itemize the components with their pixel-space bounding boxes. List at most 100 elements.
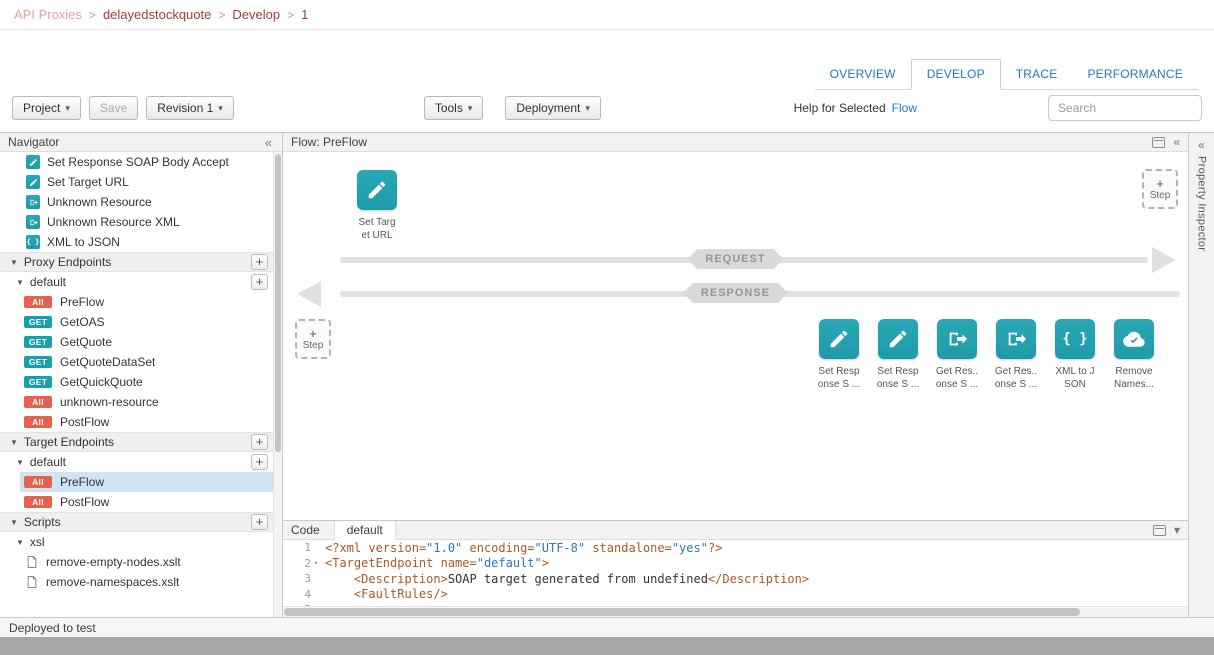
code-panel-label: Code xyxy=(291,523,320,537)
callout-icon xyxy=(996,319,1036,359)
flow-step-get-res-onse-s[interactable]: Get Res..onse S ... xyxy=(935,319,979,391)
callout-icon xyxy=(937,319,977,359)
scrollbar-thumb[interactable] xyxy=(284,608,1080,616)
code-line[interactable]: 4 <FaultRules/> xyxy=(283,587,1188,603)
property-inspector-panel[interactable]: « Property Inspector xyxy=(1188,133,1214,617)
add-button[interactable]: + xyxy=(251,454,268,470)
flow-label: GetQuoteDataSet xyxy=(60,355,155,369)
nav-flow-getoas[interactable]: GETGetOAS xyxy=(0,312,273,332)
policy-label: Unknown Resource xyxy=(47,195,152,209)
code-horizontal-scrollbar[interactable] xyxy=(283,606,1188,617)
breadcrumb-api-proxies[interactable]: API Proxies xyxy=(14,7,82,22)
nav-flow-preflow[interactable]: All PreFlow xyxy=(0,292,273,312)
flow-label: PostFlow xyxy=(60,415,109,429)
nav-file-remove-namespaces-xslt[interactable]: remove-namespaces.xslt xyxy=(0,572,273,592)
search-input[interactable] xyxy=(1048,95,1202,121)
breadcrumb-proxy-name[interactable]: delayedstockquote xyxy=(103,7,211,22)
expand-property-inspector-icon[interactable]: « xyxy=(1198,138,1205,152)
add-button[interactable]: + xyxy=(251,254,268,270)
help-flow-link[interactable]: Flow xyxy=(892,101,917,115)
project-dropdown-label: Project xyxy=(23,101,60,115)
pencil-icon xyxy=(357,170,397,210)
add-button[interactable]: + xyxy=(251,514,268,530)
add-button[interactable]: + xyxy=(251,274,268,290)
flow-step-set-target-url[interactable]: Set Targ et URL xyxy=(355,170,399,242)
tab-overview[interactable]: OVERVIEW xyxy=(815,60,911,89)
nav-flow-postflow[interactable]: AllPostFlow xyxy=(0,492,273,512)
deployment-dropdown[interactable]: Deployment▾ xyxy=(505,96,601,120)
nav-policy-set-response-soap-body-accept[interactable]: Set Response SOAP Body Accept xyxy=(0,152,273,172)
collapse-triangle-icon[interactable]: ▼ xyxy=(10,438,18,447)
help-for-selected: Help for Selected Flow xyxy=(794,101,917,115)
revision-dropdown[interactable]: Revision 1▾ xyxy=(146,96,234,120)
code-text: <FaultRules/> xyxy=(321,587,448,601)
nav-flow-postflow[interactable]: All PostFlow xyxy=(0,412,273,432)
collapse-code-icon[interactable]: ▾ xyxy=(1174,524,1180,536)
navigator-header: Navigator « xyxy=(0,133,282,152)
line-number: 4 xyxy=(283,588,321,601)
code-line[interactable]: 2▾<TargetEndpoint name="default"> xyxy=(283,556,1188,572)
pencil-icon xyxy=(26,175,40,189)
nav-flow-getquote[interactable]: GETGetQuote xyxy=(0,332,273,352)
method-badge: All xyxy=(24,296,52,308)
project-dropdown[interactable]: Project▾ xyxy=(12,96,81,120)
nav-policy-set-target-url[interactable]: Set Target URL xyxy=(0,172,273,192)
nav-group-default[interactable]: ▼ default + xyxy=(0,452,273,472)
tools-dropdown[interactable]: Tools▾ xyxy=(424,96,484,120)
tab-develop[interactable]: DEVELOP xyxy=(911,59,1001,90)
policy-label: Set Target URL xyxy=(47,175,129,189)
layout-panel-icon[interactable] xyxy=(1152,137,1165,148)
breadcrumb-develop[interactable]: Develop xyxy=(232,7,280,22)
flow-step-remove-names[interactable]: RemoveNames... xyxy=(1112,319,1156,391)
flow-label: GetQuote xyxy=(60,335,112,349)
tab-performance[interactable]: PERFORMANCE xyxy=(1072,60,1198,89)
collapse-triangle-icon[interactable]: ▼ xyxy=(10,258,18,267)
flow-step-xml-to-j-son[interactable]: { }XML to JSON xyxy=(1053,319,1097,391)
breadcrumb-revision: 1 xyxy=(301,7,308,22)
flow-step-set-resp-onse-s[interactable]: Set Response S ... xyxy=(817,319,861,391)
tab-trace[interactable]: TRACE xyxy=(1001,60,1073,89)
flow-step-get-res-onse-s[interactable]: Get Res..onse S ... xyxy=(994,319,1038,391)
nav-policy-xml-to-json[interactable]: { }XML to JSON xyxy=(0,232,273,252)
code-editor[interactable]: 1<?xml version="1.0" encoding="UTF-8" st… xyxy=(283,540,1188,617)
collapse-triangle-icon[interactable]: ▼ xyxy=(16,538,24,547)
nav-section-scripts[interactable]: ▼Scripts+ xyxy=(0,512,273,532)
group-label: default xyxy=(30,455,66,469)
add-step-button-request[interactable]: + Step xyxy=(1142,169,1178,209)
breadcrumb: API Proxies > delayedstockquote > Develo… xyxy=(0,0,1214,30)
flow-canvas: Set Targ et URL + Step REQUEST RESPONSE … xyxy=(283,152,1188,520)
nav-section-proxy-endpoints[interactable]: ▼Proxy Endpoints+ xyxy=(0,252,273,272)
plus-icon: + xyxy=(309,328,317,339)
scrollbar-thumb[interactable] xyxy=(275,154,281,452)
nav-section-target-endpoints[interactable]: ▼Target Endpoints+ xyxy=(0,432,273,452)
nav-group-xsl[interactable]: ▼xsl xyxy=(0,532,273,552)
collapse-triangle-icon[interactable]: ▼ xyxy=(10,518,18,527)
response-label: RESPONSE xyxy=(683,283,788,303)
nav-flow-getquotedataset[interactable]: GETGetQuoteDataSet xyxy=(0,352,273,372)
method-badge: All xyxy=(24,416,52,428)
collapse-triangle-icon[interactable]: ▼ xyxy=(16,278,24,287)
nav-group-default[interactable]: ▼default+ xyxy=(0,272,273,292)
flow-label: PreFlow xyxy=(60,295,104,309)
add-button[interactable]: + xyxy=(251,434,268,450)
collapse-flow-icon[interactable]: « xyxy=(1173,136,1180,148)
collapse-navigator-icon[interactable]: « xyxy=(265,135,274,150)
nav-policy-unknown-resource[interactable]: Unknown Resource xyxy=(0,192,273,212)
code-line[interactable]: 3 <Description>SOAP target generated fro… xyxy=(283,571,1188,587)
fold-marker-icon[interactable]: ▾ xyxy=(311,559,321,567)
code-tab-default[interactable]: default xyxy=(334,521,396,540)
add-step-button-response[interactable]: + Step xyxy=(295,319,331,359)
nav-flow-preflow[interactable]: AllPreFlow xyxy=(0,472,273,492)
chevron-down-icon: ▾ xyxy=(468,103,473,114)
code-line[interactable]: 1<?xml version="1.0" encoding="UTF-8" st… xyxy=(283,540,1188,556)
layout-panel-icon[interactable] xyxy=(1153,525,1166,536)
save-button[interactable]: Save xyxy=(89,96,138,120)
nav-file-remove-empty-nodes-xslt[interactable]: remove-empty-nodes.xslt xyxy=(0,552,273,572)
nav-flow-getquickquote[interactable]: GETGetQuickQuote xyxy=(0,372,273,392)
nav-policy-unknown-resource-xml[interactable]: Unknown Resource XML xyxy=(0,212,273,232)
nav-flow-unknown-resource[interactable]: Allunknown-resource xyxy=(0,392,273,412)
navigator-scrollbar[interactable] xyxy=(273,152,282,617)
flow-step-set-resp-onse-s[interactable]: Set Response S ... xyxy=(876,319,920,391)
collapse-triangle-icon[interactable]: ▼ xyxy=(16,458,24,467)
flow-step-label: Set Response S ... xyxy=(877,366,919,391)
